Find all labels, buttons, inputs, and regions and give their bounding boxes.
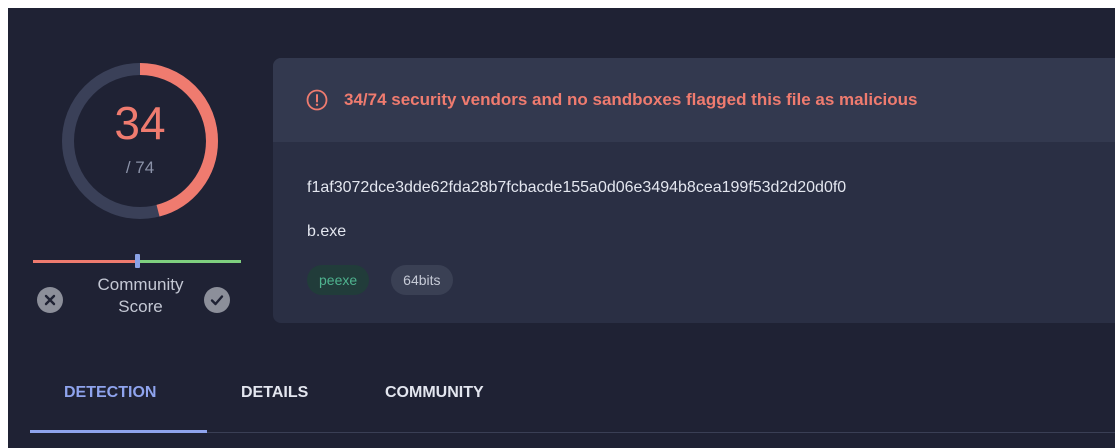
- file-tags: peexe 64bits: [307, 265, 453, 295]
- slider-negative-track: [33, 260, 135, 263]
- tab-details[interactable]: DETAILS: [241, 384, 308, 402]
- x-circle-icon: [37, 287, 63, 313]
- exclamation-circle-icon: [306, 88, 330, 112]
- file-name: b.exe: [307, 223, 347, 240]
- file-summary-card: 34/74 security vendors and no sandboxes …: [273, 58, 1115, 323]
- detection-score-ring: 34 / 74: [55, 56, 225, 226]
- community-score-slider: [33, 254, 241, 268]
- vendor-total: / 74: [125, 158, 155, 177]
- report-tabs: DETECTION DETAILS COMMUNITY: [8, 378, 1115, 434]
- active-tab-indicator: [30, 430, 207, 433]
- tab-community[interactable]: COMMUNITY: [385, 384, 484, 402]
- tag-64bits[interactable]: 64bits: [391, 265, 453, 295]
- community-score-label: Community Score: [78, 274, 203, 318]
- file-hash[interactable]: f1af3072dce3dde62fda28b7fcbacde155a0d06e…: [307, 179, 846, 197]
- malicious-alert-banner: 34/74 security vendors and no sandboxes …: [273, 58, 1115, 142]
- report-panel: 34 / 74 Community Score 34/74 security v…: [8, 8, 1115, 448]
- check-circle-icon: [204, 287, 230, 313]
- alert-message: 34/74 security vendors and no sandboxes …: [344, 90, 918, 109]
- tab-detection[interactable]: DETECTION: [64, 384, 156, 402]
- detection-count: 34: [114, 97, 166, 149]
- slider-thumb: [135, 254, 140, 268]
- community-label-line1: Community: [97, 275, 184, 294]
- vote-harmless-button[interactable]: [204, 287, 230, 313]
- tag-peexe[interactable]: peexe: [307, 265, 370, 295]
- community-label-line2: Score: [118, 297, 163, 316]
- slider-positive-track: [139, 260, 241, 263]
- vote-malicious-button[interactable]: [37, 287, 63, 313]
